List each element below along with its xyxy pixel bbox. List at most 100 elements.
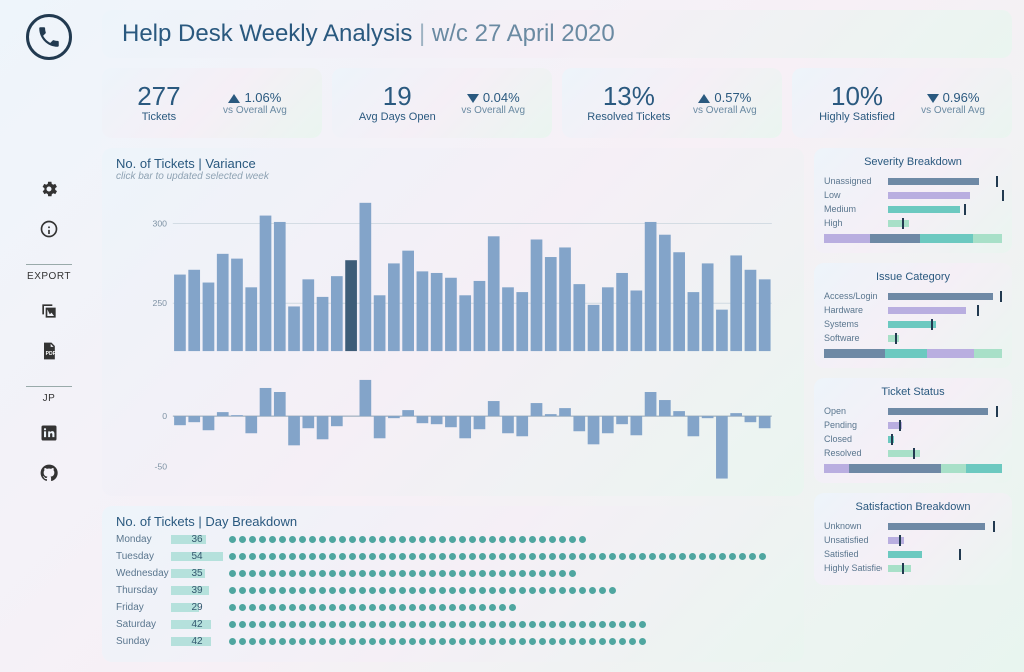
dot-icon (599, 638, 606, 645)
dot-icon (689, 553, 696, 560)
dot-icon (639, 553, 646, 560)
dot-icon (249, 553, 256, 560)
breakdown-row: High (824, 216, 1002, 230)
dot-icon (349, 638, 356, 645)
dot-icon (589, 587, 596, 594)
github-icon[interactable] (38, 462, 60, 484)
kpi-label: Resolved Tickets (587, 111, 670, 123)
kpi-delta: 0.04% (461, 90, 525, 105)
dot-icon (379, 570, 386, 577)
dot-icon (279, 553, 286, 560)
dot-icon (599, 553, 606, 560)
dot-icon (319, 536, 326, 543)
breakdown-stack (824, 349, 1002, 358)
dot-icon (229, 553, 236, 560)
left-column: No. of Tickets | Variance click bar to u… (102, 148, 804, 662)
dot-icon (679, 553, 686, 560)
dot-icon (539, 621, 546, 628)
dot-icon (569, 638, 576, 645)
day-name: Sunday (116, 636, 171, 647)
dot-icon (579, 621, 586, 628)
dot-icon (449, 638, 456, 645)
dot-icon (319, 621, 326, 628)
dot-icon (489, 638, 496, 645)
breakdown-row: Open (824, 404, 1002, 418)
dot-icon (369, 587, 376, 594)
day-name: Monday (116, 534, 171, 545)
dot-icon (429, 621, 436, 628)
dot-icon (519, 621, 526, 628)
dot-icon (259, 536, 266, 543)
dot-icon (749, 553, 756, 560)
dot-icon (449, 621, 456, 628)
dot-icon (439, 604, 446, 611)
dot-icon (449, 570, 456, 577)
dot-icon (419, 638, 426, 645)
dot-icon (619, 621, 626, 628)
dot-icon (239, 621, 246, 628)
dot-icon (499, 621, 506, 628)
day-value: 42 (171, 619, 223, 630)
info-icon[interactable] (38, 218, 60, 240)
dot-icon (449, 536, 456, 543)
title-sep: | (412, 20, 432, 47)
dot-icon (339, 553, 346, 560)
dot-icon (249, 621, 256, 628)
tickets-bar-chart[interactable]: 250300No. of Tickets (102, 182, 804, 361)
dot-icon (459, 638, 466, 645)
dot-icon (399, 638, 406, 645)
dot-icon (399, 604, 406, 611)
kpi-delta: 1.06% (223, 90, 287, 105)
dot-icon (229, 570, 236, 577)
dot-icon (459, 604, 466, 611)
dot-icon (249, 638, 256, 645)
linkedin-icon[interactable] (38, 422, 60, 444)
dot-icon (549, 570, 556, 577)
kpi-card: 10%Highly Satisfied 0.96%vs Overall Avg (792, 68, 1012, 138)
pdf-export-icon[interactable]: PDF (38, 340, 60, 362)
variance-bar-chart[interactable]: -500Variance to Selected Week (102, 361, 804, 496)
kpi-sub: vs Overall Avg (921, 105, 985, 116)
dot-icon (629, 638, 636, 645)
dot-icon (699, 553, 706, 560)
mid-row: No. of Tickets | Variance click bar to u… (102, 148, 1012, 662)
export-label: EXPORT (26, 264, 72, 282)
main: Help Desk Weekly Analysis | w/c 27 April… (98, 0, 1024, 672)
dot-icon (419, 621, 426, 628)
dot-icon (569, 553, 576, 560)
dot-icon (729, 553, 736, 560)
dot-icon (329, 587, 336, 594)
dot-icon (619, 638, 626, 645)
image-export-icon[interactable] (38, 300, 60, 322)
dot-icon (569, 570, 576, 577)
dot-icon (409, 570, 416, 577)
dot-icon (379, 536, 386, 543)
breakdown-panel: Satisfaction Breakdown Unknown Unsatisfi… (814, 493, 1012, 585)
dot-icon (519, 587, 526, 594)
dot-icon (509, 604, 516, 611)
dot-icon (349, 536, 356, 543)
gear-icon[interactable] (38, 178, 60, 200)
breakdown-label: Software (824, 333, 882, 343)
dot-icon (529, 570, 536, 577)
day-row: Sunday 42 (116, 633, 790, 650)
kpi-value: 277 (137, 83, 180, 109)
dot-icon (299, 553, 306, 560)
day-name: Wednesday (116, 568, 171, 579)
dot-icon (629, 621, 636, 628)
dot-icon (349, 604, 356, 611)
dot-icon (479, 553, 486, 560)
dot-icon (269, 638, 276, 645)
dot-icon (409, 604, 416, 611)
dot-icon (469, 604, 476, 611)
dot-icon (529, 638, 536, 645)
breakdown-stack (824, 234, 1002, 243)
breakdown-panel: Severity Breakdown Unassigned Low Medium… (814, 148, 1012, 253)
dot-icon (369, 570, 376, 577)
dot-icon (469, 536, 476, 543)
day-dots (229, 604, 790, 611)
breakdown-row: Unsatisfied (824, 533, 1002, 547)
breakdown-label: Low (824, 190, 882, 200)
dot-icon (339, 587, 346, 594)
dot-icon (529, 587, 536, 594)
